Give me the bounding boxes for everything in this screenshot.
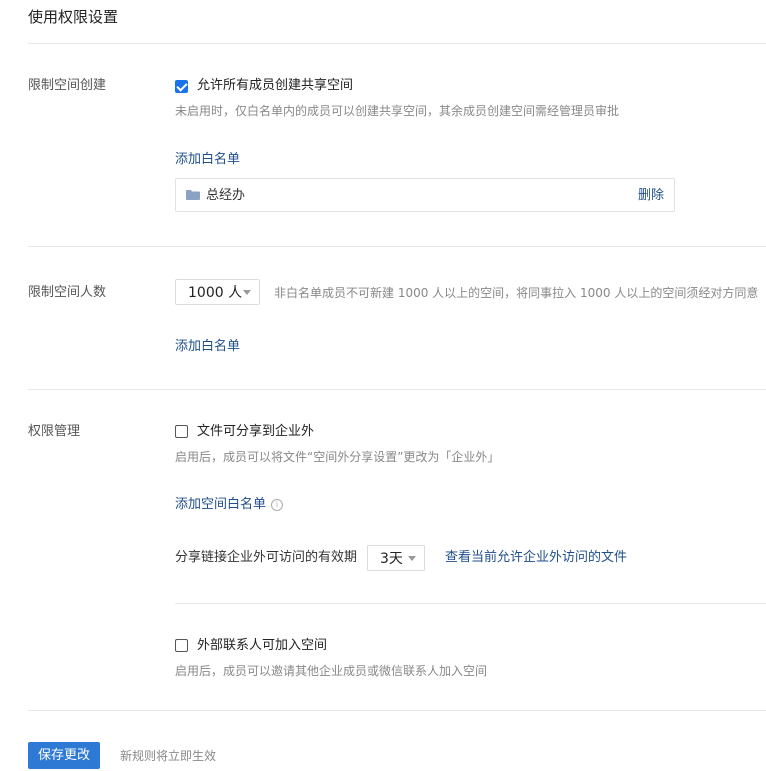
whitelist-item: 总经办 删除 (175, 178, 675, 212)
section-label-member-limit: 限制空间人数 (28, 285, 107, 300)
link-validity-value: 3天 (380, 551, 403, 567)
external-contacts-hint: 启用后，成员可以邀请其他企业成员或微信联系人加入空间 (175, 664, 488, 678)
folder-icon (186, 190, 200, 200)
section-label-permissions: 权限管理 (28, 424, 81, 439)
external-contacts-checkbox[interactable] (175, 639, 188, 652)
divider (28, 43, 766, 44)
external-contacts-label[interactable]: 外部联系人可加入空间 (197, 637, 327, 655)
external-share-label[interactable]: 文件可分享到企业外 (197, 423, 314, 441)
save-note: 新规则将立即生效 (120, 749, 217, 763)
allow-create-space-label[interactable]: 允许所有成员创建共享空间 (197, 77, 353, 95)
divider (28, 389, 766, 390)
whitelist-item-name: 总经办 (206, 188, 246, 203)
whitelist-delete-link[interactable]: 删除 (638, 187, 664, 205)
add-whitelist-link[interactable]: 添加白名单 (175, 338, 240, 356)
allow-create-space-checkbox[interactable] (175, 80, 188, 93)
info-icon[interactable]: i (271, 499, 283, 511)
view-external-files-link[interactable]: 查看当前允许企业外访问的文件 (445, 549, 627, 567)
divider (28, 710, 766, 711)
link-validity-label: 分享链接企业外可访问的有效期 (175, 550, 358, 565)
member-limit-value: 1000 人 (188, 285, 243, 301)
member-limit-hint: 非白名单成员不可新建 1000 人以上的空间，将同事拉入 1000 人以上的空间… (274, 286, 759, 300)
external-share-checkbox[interactable] (175, 425, 188, 438)
space-creation-hint: 未启用时，仅白名单内的成员可以创建共享空间，其余成员创建空间需经管理员审批 (175, 104, 620, 118)
chevron-down-icon (243, 290, 251, 295)
add-space-whitelist-link[interactable]: 添加空间白名单 (175, 496, 266, 514)
chevron-down-icon (408, 556, 416, 561)
divider (28, 246, 766, 247)
external-share-hint: 启用后，成员可以将文件“空间外分享设置”更改为「企业外」 (175, 450, 500, 464)
member-limit-select[interactable]: 1000 人 (175, 279, 260, 305)
add-whitelist-link[interactable]: 添加白名单 (175, 151, 240, 169)
section-label-space-creation: 限制空间创建 (28, 78, 107, 93)
page-title: 使用权限设置 (28, 8, 119, 26)
save-button[interactable]: 保存更改 (28, 742, 100, 769)
link-validity-select[interactable]: 3天 (367, 545, 425, 571)
divider (175, 603, 766, 604)
